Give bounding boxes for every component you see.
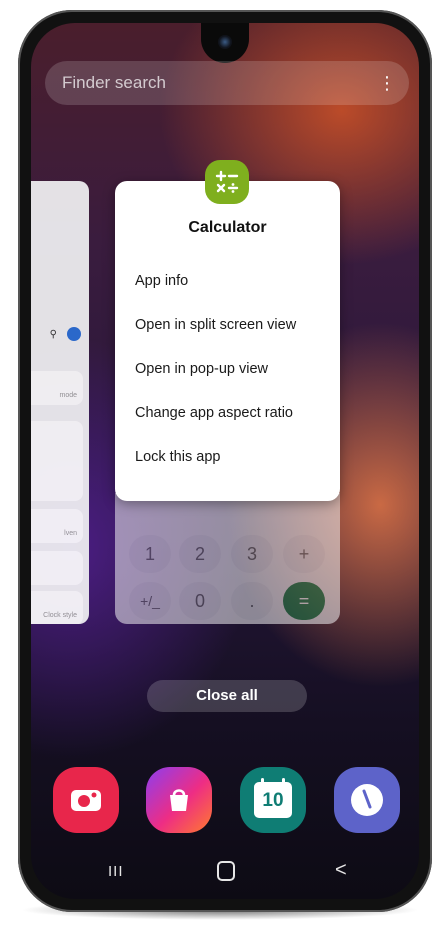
more-options-icon[interactable]: ⋮ [377, 72, 397, 94]
notch [201, 23, 249, 63]
list-item: mode [31, 371, 83, 405]
key-plus-minus: +/_ [129, 582, 171, 620]
home-button[interactable] [217, 861, 235, 881]
app-dock: 10 [31, 767, 419, 837]
front-camera-icon [218, 35, 232, 49]
recent-app-card-left[interactable]: ⚲ mode lven Clock style [31, 181, 89, 624]
finder-search-bar[interactable]: Finder search ⋮ [45, 61, 409, 105]
phone-frame: Finder search ⋮ ⚲ mode lven Clock style … [18, 10, 432, 912]
search-icon: ⚲ [49, 328, 57, 340]
left-card-toolbar: ⚲ [50, 327, 81, 341]
calculator-app-icon [205, 160, 249, 204]
screen: Finder search ⋮ ⚲ mode lven Clock style … [31, 23, 419, 899]
calculator-icon [215, 170, 239, 193]
key-1: 1 [129, 535, 171, 573]
list-item [31, 551, 83, 585]
menu-item-popup-view[interactable]: Open in pop-up view [135, 361, 268, 377]
search-placeholder: Finder search [62, 73, 166, 92]
menu-item-split-screen[interactable]: Open in split screen view [135, 317, 296, 333]
menu-item-app-info[interactable]: App info [135, 273, 188, 289]
key-3: 3 [231, 535, 273, 573]
camera-icon[interactable] [53, 767, 119, 833]
calculator-recent-card[interactable]: 1 2 3 + +/_ 0 . = [115, 493, 340, 624]
key-2: 2 [179, 535, 221, 573]
back-button[interactable]: < [335, 859, 347, 882]
menu-item-aspect-ratio[interactable]: Change app aspect ratio [135, 405, 293, 421]
key-plus: + [283, 535, 325, 573]
menu-item-lock-app[interactable]: Lock this app [135, 449, 220, 465]
key-0: 0 [179, 582, 221, 620]
close-all-button[interactable]: Close all [147, 680, 307, 712]
key-equals: = [283, 582, 325, 620]
account-icon [67, 327, 81, 341]
recent-apps-button[interactable]: III [108, 863, 124, 880]
navigation-bar: III < [31, 859, 419, 889]
calendar-icon[interactable]: 10 [240, 767, 306, 833]
app-title: Calculator [188, 219, 267, 236]
list-item: lven [31, 509, 83, 543]
calendar-page: 10 [254, 778, 292, 818]
calendar-day: 10 [262, 790, 284, 811]
galaxy-store-icon[interactable] [146, 767, 212, 833]
clock-icon[interactable] [334, 767, 400, 833]
list-item: Clock style [31, 591, 83, 624]
list-item [31, 421, 83, 501]
key-decimal: . [231, 582, 273, 620]
app-options-popup: Calculator App info Open in split screen… [115, 181, 340, 501]
